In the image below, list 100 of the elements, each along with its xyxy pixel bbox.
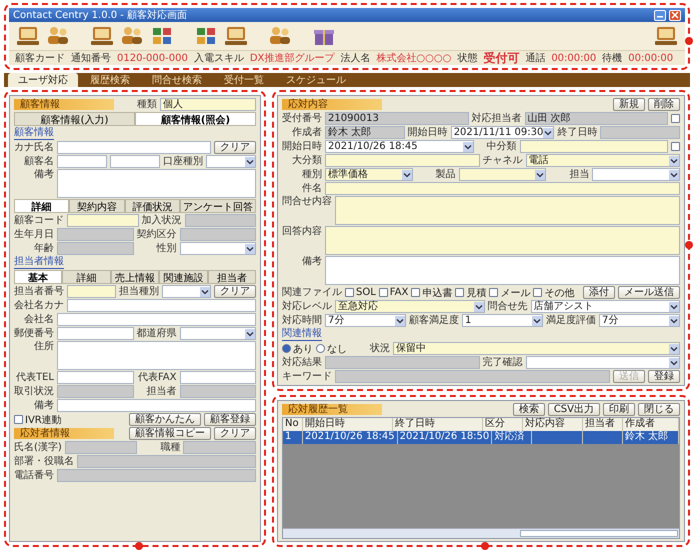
text-field[interactable] (57, 399, 256, 412)
text-field[interactable] (57, 155, 107, 168)
text-field[interactable] (57, 469, 256, 482)
form-button[interactable]: 新規 (613, 98, 645, 111)
text-field[interactable] (180, 228, 256, 241)
main-tab[interactable]: ユーザ対応 (8, 73, 78, 87)
form-button[interactable]: メール送信 (618, 286, 680, 299)
text-field[interactable] (64, 441, 138, 454)
minimize-button[interactable] (654, 10, 666, 20)
table-row[interactable]: 1 2021/10/26 18:45 2021/10/26 18:50 対応済 鈴木 太郎 (283, 431, 679, 444)
text-field[interactable] (600, 126, 680, 139)
tab[interactable]: 顧客情報(入力) (14, 112, 135, 125)
text-field[interactable] (180, 371, 256, 384)
close-button[interactable] (669, 10, 681, 20)
text-field[interactable] (184, 214, 256, 227)
text-field[interactable]: 21090013 (325, 112, 468, 125)
toolbar-button[interactable] (15, 24, 41, 48)
tab[interactable]: 契約内容 (69, 199, 125, 212)
text-area[interactable] (335, 196, 680, 225)
dropdown-field[interactable]: 標準価格 (325, 168, 413, 181)
text-field[interactable] (77, 455, 256, 468)
checkbox[interactable] (671, 114, 680, 123)
text-field[interactable]: 個人 (160, 98, 256, 111)
dropdown-field[interactable] (458, 168, 546, 181)
text-field[interactable] (57, 385, 134, 398)
main-tab[interactable]: 問合せ検索 (142, 73, 212, 87)
dropdown-field[interactable] (592, 168, 680, 181)
form-button[interactable]: クリア (214, 427, 256, 440)
tab[interactable]: 売上情報 (110, 270, 160, 283)
checkbox[interactable] (671, 142, 680, 151)
form-button[interactable]: クリア (214, 285, 256, 298)
dropdown-field[interactable] (526, 356, 680, 369)
dropdown-field[interactable]: 2021/10/26 18:45 (325, 140, 474, 153)
dropdown-field[interactable] (180, 327, 256, 340)
text-field[interactable] (57, 242, 134, 255)
tab[interactable]: 顧客情報(照会) (135, 112, 256, 125)
text-field[interactable] (57, 141, 211, 154)
dropdown-field[interactable] (180, 242, 256, 255)
form-button[interactable]: 顧客情報コピー (129, 427, 211, 440)
main-tab[interactable]: 履歴検索 (80, 73, 140, 87)
checkbox[interactable]: その他 (533, 286, 574, 300)
text-area[interactable] (57, 341, 256, 370)
dropdown-field[interactable]: 1 (462, 314, 543, 327)
checkbox[interactable]: 見積 (455, 286, 486, 300)
text-field[interactable]: 鈴木 太郎 (325, 126, 405, 139)
text-field[interactable] (67, 285, 116, 298)
checkbox[interactable]: FAX (378, 287, 408, 298)
text-area[interactable] (325, 256, 680, 285)
checkbox[interactable]: SOL (345, 287, 376, 298)
tab[interactable]: 詳細 (14, 199, 70, 212)
text-field[interactable] (57, 228, 134, 241)
form-button[interactable]: 顧客登録 (204, 413, 256, 426)
form-button[interactable]: CSV出力 (548, 403, 600, 416)
checkbox[interactable]: メール (489, 286, 530, 300)
dropdown-field[interactable]: 7分 (325, 314, 406, 327)
dropdown-field[interactable]: 電話 (526, 154, 680, 167)
form-button[interactable]: 検索 (512, 403, 545, 416)
tab[interactable]: アンケート回答 (180, 199, 256, 212)
text-field[interactable] (57, 327, 134, 340)
tab[interactable]: 基本 (14, 270, 62, 283)
radio-button[interactable]: なし (316, 342, 347, 356)
tab[interactable]: 関連施設 (159, 270, 208, 283)
text-field[interactable]: 山田 次郎 (524, 112, 668, 125)
text-field[interactable] (67, 299, 256, 312)
text-field[interactable] (520, 140, 668, 153)
form-button[interactable]: 添付 (583, 286, 615, 299)
scrollbar[interactable] (283, 528, 679, 538)
text-field[interactable] (325, 182, 680, 195)
toolbar-button[interactable] (223, 24, 249, 48)
toolbar-button[interactable] (89, 24, 115, 48)
dropdown-field[interactable]: 7分 (599, 314, 680, 327)
form-button[interactable]: 印刷 (603, 403, 635, 416)
form-button[interactable]: クリア (214, 141, 256, 154)
form-button[interactable]: 顧客かんたん (129, 413, 201, 426)
text-field[interactable] (57, 371, 134, 384)
text-field[interactable] (325, 154, 480, 167)
text-field[interactable] (180, 385, 256, 398)
text-field[interactable] (335, 370, 610, 383)
toolbar-button[interactable] (653, 24, 679, 48)
text-field[interactable] (183, 441, 256, 454)
text-field[interactable] (57, 313, 256, 326)
dropdown-field[interactable] (162, 285, 211, 298)
text-field[interactable] (67, 214, 138, 227)
text-field[interactable] (110, 155, 160, 168)
dropdown-field[interactable]: 保留中 (393, 342, 680, 355)
dropdown-field[interactable] (206, 155, 256, 168)
text-area[interactable] (57, 169, 256, 198)
text-area[interactable] (325, 226, 680, 255)
tab[interactable]: 詳細 (62, 270, 111, 283)
tab[interactable]: 評価状況 (124, 199, 180, 212)
tab[interactable]: 担当者 (208, 270, 256, 283)
radio-button[interactable]: あり (282, 342, 313, 356)
form-button[interactable]: 削除 (648, 98, 680, 111)
form-button[interactable]: 登録 (648, 370, 680, 383)
dropdown-field[interactable]: 2021/11/11 09:30 (450, 126, 554, 139)
dropdown-field[interactable]: 店舗アシスト (530, 300, 680, 313)
checkbox[interactable]: 申込書 (411, 286, 452, 300)
checkbox[interactable]: IVR連動 (14, 412, 62, 426)
main-tab[interactable]: 受付一覧 (214, 73, 274, 87)
main-tab[interactable]: スケジュール (276, 73, 356, 87)
